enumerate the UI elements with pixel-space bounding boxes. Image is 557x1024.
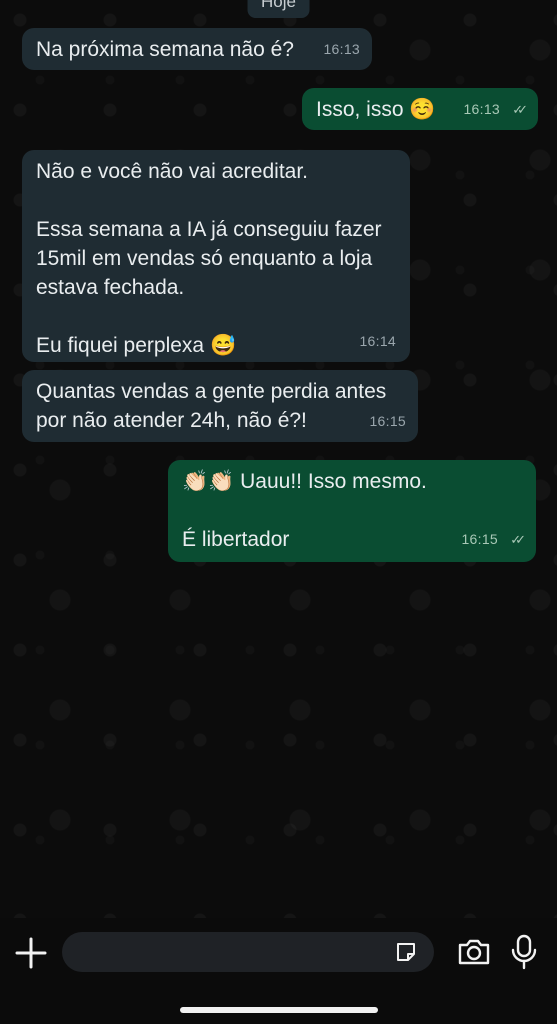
message-time: 16:15 — [461, 531, 498, 547]
message-time: 16:13 — [463, 101, 500, 117]
message-time: 16:13 — [323, 41, 360, 57]
home-indicator[interactable] — [180, 1007, 378, 1013]
read-receipt-icon: ✓✓ — [512, 102, 528, 117]
date-chip: Hoje — [247, 0, 310, 18]
message-bubble-outgoing[interactable]: 👏🏻👏🏻 Uauu!! Isso mesmo. É libertador 16:… — [168, 460, 536, 562]
message-bubble-incoming[interactable]: Na próxima semana não é? 16:13 — [22, 28, 372, 70]
message-bubble-incoming[interactable]: Não e você não vai acreditar. Essa seman… — [22, 150, 410, 362]
mic-icon[interactable] — [510, 934, 538, 970]
message-text: 👏🏻👏🏻 Uauu!! Isso mesmo. É libertador — [182, 470, 427, 551]
message-text: Quantas vendas a gente perdia antes por … — [36, 380, 387, 432]
message-time: 16:15 — [369, 413, 406, 429]
message-time: 16:14 — [359, 333, 396, 349]
message-bubble-outgoing[interactable]: Isso, isso ☺️ 16:13 ✓✓ — [302, 88, 538, 130]
message-input[interactable] — [62, 932, 434, 972]
message-text: Na próxima semana não é? — [36, 38, 294, 61]
plus-icon[interactable] — [14, 936, 48, 970]
camera-icon[interactable] — [457, 937, 491, 967]
message-text: Não e você não vai acreditar. Essa seman… — [36, 160, 382, 357]
message-text: Isso, isso ☺️ — [316, 98, 436, 121]
message-bubble-incoming[interactable]: Quantas vendas a gente perdia antes por … — [22, 370, 418, 442]
read-receipt-icon: ✓✓ — [510, 532, 526, 547]
sticker-icon[interactable] — [394, 940, 418, 964]
